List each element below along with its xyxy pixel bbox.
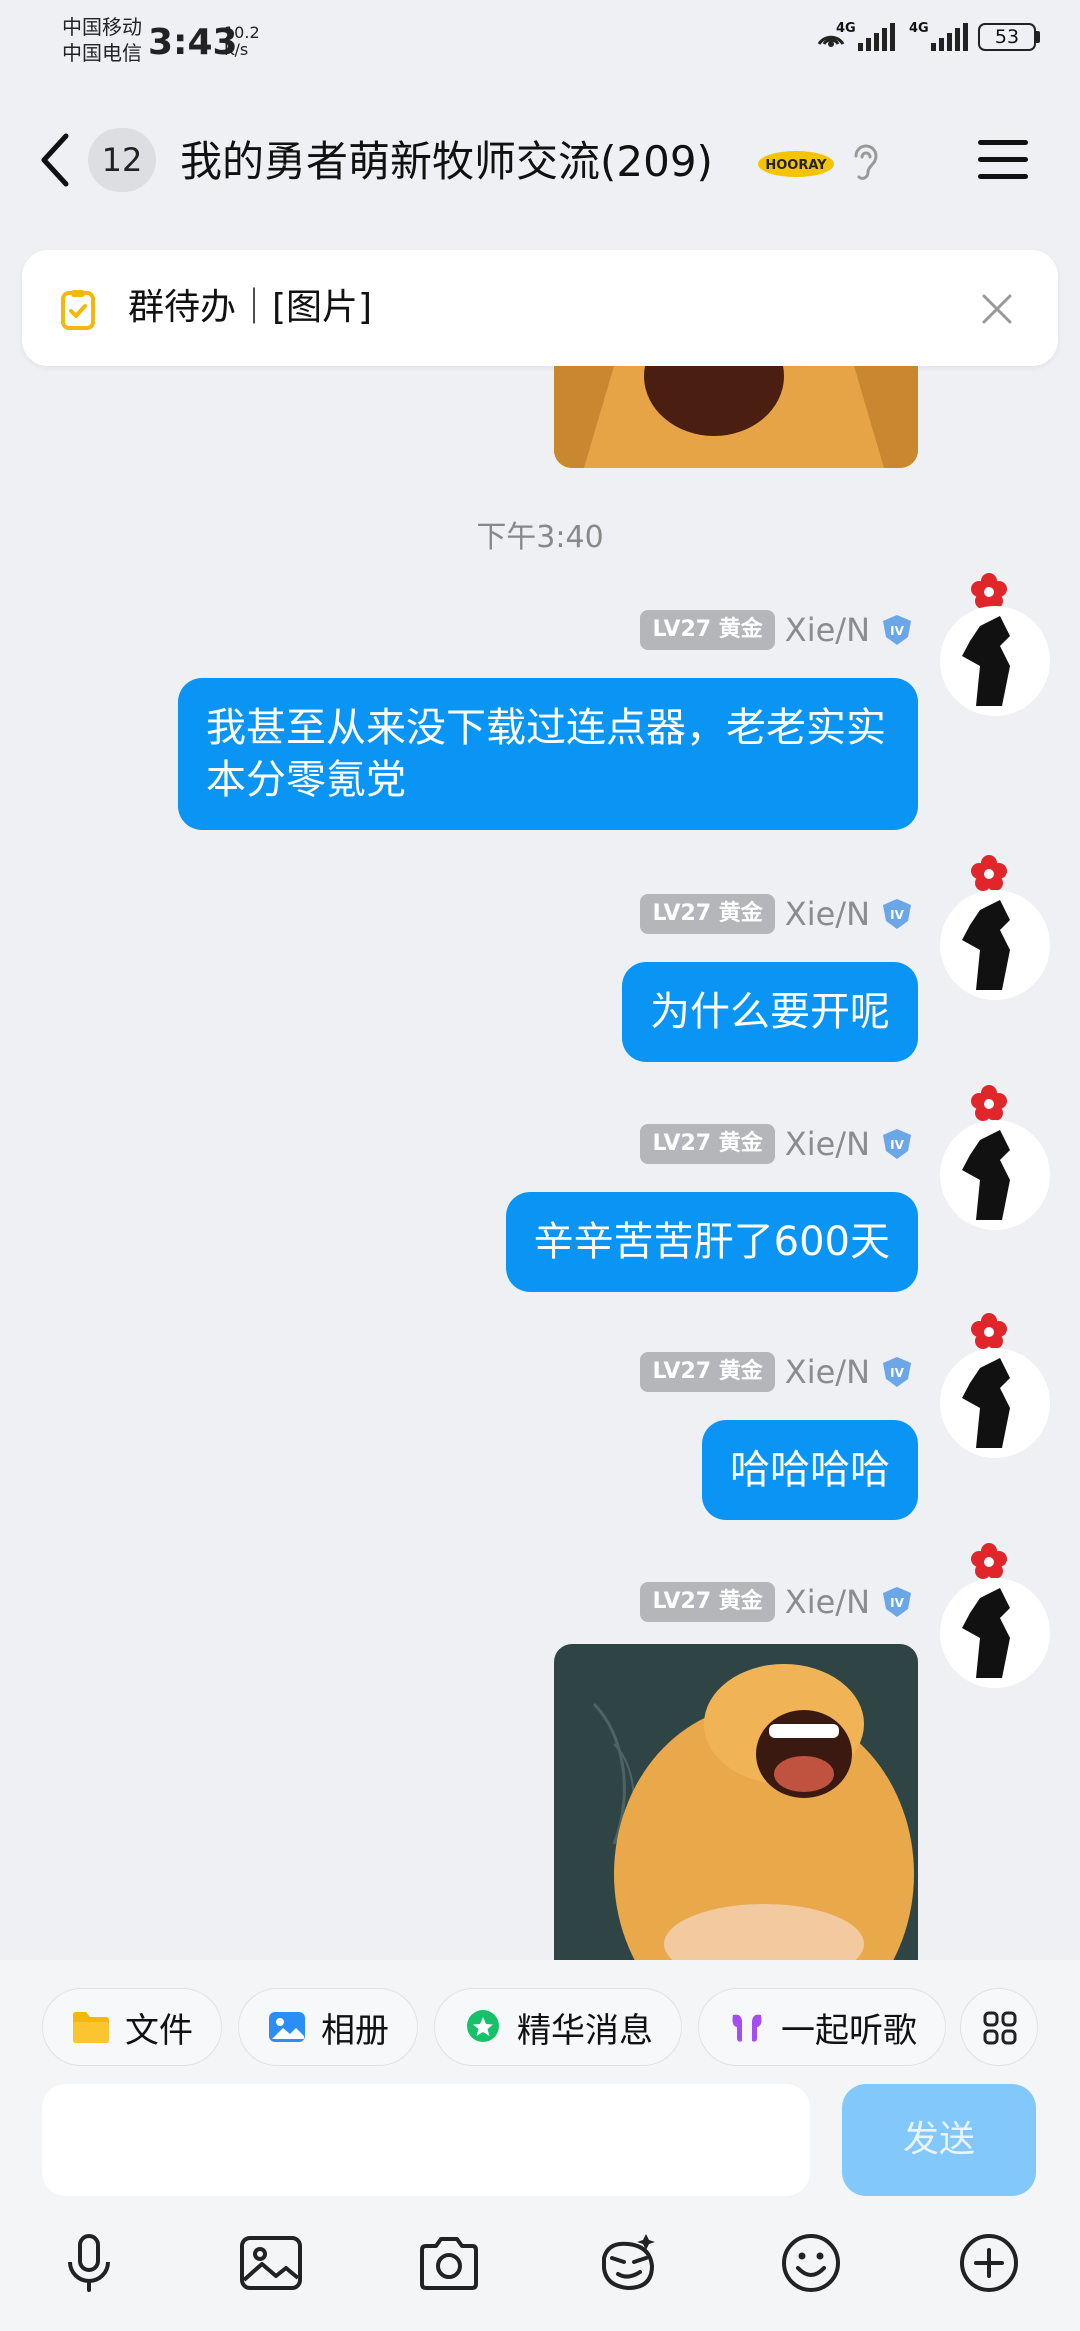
status-bar: 中国移动 中国电信 3:43 10.2 K/s 4G 4G 53 — [0, 0, 1080, 80]
chat-title[interactable]: 我的勇者萌新牧师交流(209) — [180, 132, 713, 192]
sender-nickname[interactable]: Xie/N — [785, 895, 870, 933]
sender-meta: LV27 黄金 Xie/N IV — [640, 1350, 914, 1394]
carrier-info: 中国移动 中国电信 — [62, 14, 142, 66]
level-badge: LV27 黄金 — [640, 1124, 775, 1164]
message-bubble[interactable]: 哈哈哈哈 — [702, 1420, 918, 1520]
vip-shield-icon: IV — [883, 1587, 911, 1617]
plus-icon[interactable] — [954, 2228, 1024, 2298]
chip-highlights[interactable]: 精华消息 — [434, 1988, 682, 2066]
chip-files[interactable]: 文件 — [42, 1988, 222, 2066]
todo-text: 群待办｜[图片] — [128, 287, 373, 328]
avatar[interactable] — [940, 1578, 1050, 1688]
back-icon[interactable] — [36, 132, 76, 188]
vip-shield-icon: IV — [883, 1357, 911, 1387]
level-badge: LV27 黄金 — [640, 894, 775, 934]
vip-shield-icon: IV — [883, 1129, 911, 1159]
chip-highlights-label: 精华消息 — [517, 2010, 653, 2051]
sender-nickname[interactable]: Xie/N — [785, 611, 870, 649]
battery-level: 53 — [978, 23, 1036, 51]
photo-icon — [269, 2012, 305, 2042]
carrier-2: 中国电信 — [62, 41, 142, 65]
avatar[interactable] — [940, 606, 1050, 716]
mic-icon[interactable] — [54, 2228, 124, 2298]
hooray-text: HOORAY — [765, 158, 827, 173]
level-badge: LV27 黄金 — [640, 1582, 775, 1622]
message-bubble[interactable]: 辛辛苦苦肝了600天 — [505, 1192, 918, 1292]
avatar[interactable] — [940, 890, 1050, 1000]
network-1-label: 4G — [836, 21, 856, 36]
status-icons: 4G 4G 53 — [814, 21, 1040, 52]
net-speed-value: 10.2 — [224, 23, 260, 42]
send-button[interactable]: 发送 — [842, 2084, 1036, 2196]
hooray-badge-icon: HOORAY — [758, 151, 834, 177]
flower-decoration-icon — [971, 1543, 1007, 1579]
sender-nickname[interactable]: Xie/N — [785, 1353, 870, 1391]
todo-clipboard-icon — [61, 290, 95, 330]
level-badge: LV27 黄金 — [640, 1352, 775, 1392]
network-2-label: 4G — [909, 21, 929, 36]
unread-count-badge[interactable]: 12 — [88, 128, 156, 192]
message-input[interactable] — [42, 2084, 810, 2196]
sticker-icon[interactable] — [594, 2228, 664, 2298]
sender-nickname[interactable]: Xie/N — [785, 1583, 870, 1621]
sender-meta: LV27 黄金 Xie/N IV — [640, 1122, 914, 1166]
more-apps-button[interactable] — [960, 1988, 1038, 2066]
signal-2-icon: 4G — [909, 21, 968, 51]
svg-text:IV: IV — [890, 1596, 904, 1610]
laughing-sticker-image[interactable] — [554, 1644, 918, 1960]
message-bubble[interactable]: 我甚至从来没下载过连点器，老老实实本分零氪党 — [178, 678, 918, 830]
vip-shield-icon: IV — [883, 615, 911, 645]
vip-shield-icon: IV — [883, 899, 911, 929]
chip-listen-together[interactable]: 一起听歌 — [698, 1988, 946, 2066]
sender-meta: LV27 黄金 Xie/N IV — [640, 892, 914, 936]
quick-actions: 文件 相册 精华消息 一起听歌 — [42, 1988, 946, 2066]
avatar[interactable] — [940, 1120, 1050, 1230]
chip-files-label: 文件 — [125, 2010, 193, 2051]
flower-decoration-icon — [971, 1085, 1007, 1121]
message-bubble[interactable]: 为什么要开呢 — [622, 962, 918, 1062]
svg-text:IV: IV — [890, 624, 904, 638]
chip-listen-together-label: 一起听歌 — [781, 2010, 917, 2051]
input-tools — [0, 2228, 1080, 2318]
sender-meta: LV27 黄金 Xie/N IV — [640, 608, 914, 652]
net-speed-unit: K/s — [224, 40, 249, 59]
time-separator: 下午3:40 — [476, 520, 604, 555]
earbuds-icon — [732, 2014, 762, 2042]
star-icon — [467, 2010, 499, 2042]
group-todo-banner[interactable]: 群待办｜[图片] — [22, 250, 1058, 366]
signal-1-icon: 4G — [836, 21, 895, 51]
close-icon[interactable] — [980, 292, 1014, 326]
menu-icon[interactable] — [978, 140, 1028, 180]
level-badge: LV27 黄金 — [640, 610, 775, 650]
sender-nickname[interactable]: Xie/N — [785, 1125, 870, 1163]
avatar[interactable] — [940, 1348, 1050, 1458]
sender-meta: LV27 黄金 Xie/N IV — [640, 1580, 914, 1624]
ear-icon[interactable] — [848, 140, 882, 184]
chip-album-label: 相册 — [321, 2010, 389, 2051]
previous-sticker-image[interactable] — [554, 366, 918, 468]
svg-text:IV: IV — [890, 908, 904, 922]
image-icon[interactable] — [236, 2228, 306, 2298]
flower-decoration-icon — [971, 1313, 1007, 1349]
flower-decoration-icon — [971, 573, 1007, 609]
camera-icon[interactable] — [414, 2228, 484, 2298]
bottom-panel: 文件 相册 精华消息 一起听歌 发送 — [0, 1960, 1080, 2331]
net-speed: 10.2 K/s — [224, 24, 260, 58]
grid-icon — [983, 2011, 1017, 2045]
flower-decoration-icon — [971, 855, 1007, 891]
svg-text:IV: IV — [890, 1366, 904, 1380]
battery-icon: 53 — [978, 23, 1040, 51]
svg-text:IV: IV — [890, 1138, 904, 1152]
chip-album[interactable]: 相册 — [238, 1988, 418, 2066]
folder-icon — [73, 2012, 109, 2043]
emoji-icon[interactable] — [776, 2228, 846, 2298]
carrier-1: 中国移动 — [62, 15, 142, 39]
